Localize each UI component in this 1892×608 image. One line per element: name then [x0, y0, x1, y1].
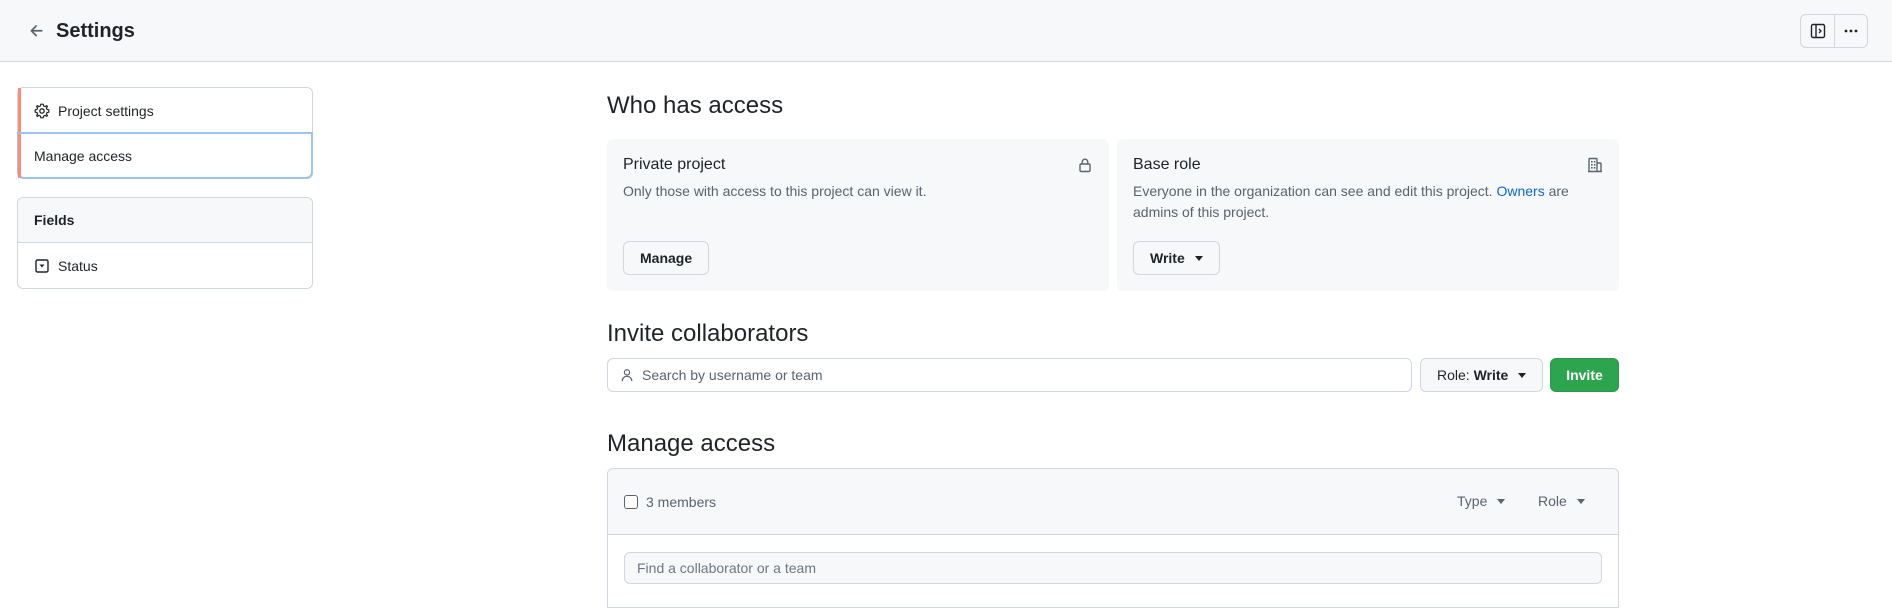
top-bar: Settings [0, 0, 1892, 62]
type-filter-dropdown[interactable]: Type [1457, 493, 1506, 509]
base-role-value: Write [1150, 250, 1185, 266]
toggle-sidebar-button[interactable] [1801, 15, 1834, 47]
fields-heading: Fields [18, 198, 312, 243]
triangle-down-icon [1576, 498, 1585, 504]
fields-nav: Fields Status [17, 197, 313, 289]
base-role-card: Base role Everyone in the organization c… [1117, 139, 1619, 291]
person-icon [621, 369, 633, 382]
role-prefix: Role: [1437, 367, 1470, 383]
more-options-button[interactable] [1834, 15, 1867, 47]
kebab-horizontal-icon [1844, 29, 1858, 33]
lock-icon [1077, 157, 1093, 173]
card-title: Private project [623, 156, 726, 173]
sidebar-item-label: Status [58, 257, 98, 274]
find-collaborator-field[interactable] [624, 552, 1602, 584]
select-all-checkbox[interactable] [624, 494, 638, 509]
active-indicator [18, 134, 21, 178]
sidebar-item-status[interactable]: Status [18, 243, 312, 288]
invite-button[interactable]: Invite [1550, 358, 1619, 392]
invite-search-field[interactable] [607, 358, 1412, 392]
type-filter-label: Type [1457, 493, 1488, 509]
members-count: 3 members [646, 493, 717, 510]
base-role-dropdown[interactable]: Write [1133, 241, 1220, 275]
sidebar-item-label: Manage access [34, 148, 133, 164]
invite-search-input[interactable] [642, 367, 1402, 383]
private-project-card: Private project Only those with access t… [607, 139, 1109, 291]
gear-icon [34, 103, 50, 119]
who-has-access-heading: Who has access [607, 92, 784, 119]
settings-nav: Project settings Manage access [17, 87, 313, 179]
card-title: Base role [1133, 156, 1201, 173]
triangle-down-icon [1497, 498, 1506, 504]
table-header: 3 members Type Role [608, 469, 1618, 535]
base-role-text-before: Everyone in the organization can see and… [1133, 183, 1497, 199]
back-button[interactable] [24, 18, 50, 44]
invite-collaborators-heading: Invite collaborators [607, 320, 809, 347]
card-description: Everyone in the organization can see and… [1133, 181, 1603, 223]
page-title: Settings [56, 20, 135, 42]
owners-link[interactable]: Owners [1496, 183, 1544, 199]
role-filter-label: Role [1538, 493, 1567, 509]
collaborators-table: 3 members Type Role [607, 468, 1619, 608]
sidebar-item-project-settings[interactable]: Project settings [18, 88, 312, 133]
invite-role-dropdown[interactable]: Role: Write [1420, 358, 1544, 392]
find-collaborator-input[interactable] [637, 560, 1587, 576]
role-filter-dropdown[interactable]: Role [1538, 493, 1585, 509]
settings-sidebar: Project settings Manage access Fields St… [17, 87, 313, 289]
sidebar-expand-icon [1810, 23, 1825, 39]
manage-access-heading: Manage access [607, 430, 776, 457]
arrow-left-icon [30, 25, 43, 37]
organization-icon [1587, 157, 1603, 173]
top-actions [1800, 14, 1868, 48]
role-value: Write [1473, 367, 1509, 383]
manage-visibility-button[interactable]: Manage [623, 241, 710, 275]
triangle-down-icon [1518, 372, 1527, 378]
triangle-down-icon [1194, 255, 1203, 261]
single-select-icon [34, 258, 50, 274]
sidebar-item-manage-access[interactable]: Manage access [17, 132, 313, 179]
card-description: Only those with access to this project c… [623, 183, 927, 199]
sidebar-item-label: Project settings [58, 102, 154, 119]
active-indicator [18, 88, 21, 133]
